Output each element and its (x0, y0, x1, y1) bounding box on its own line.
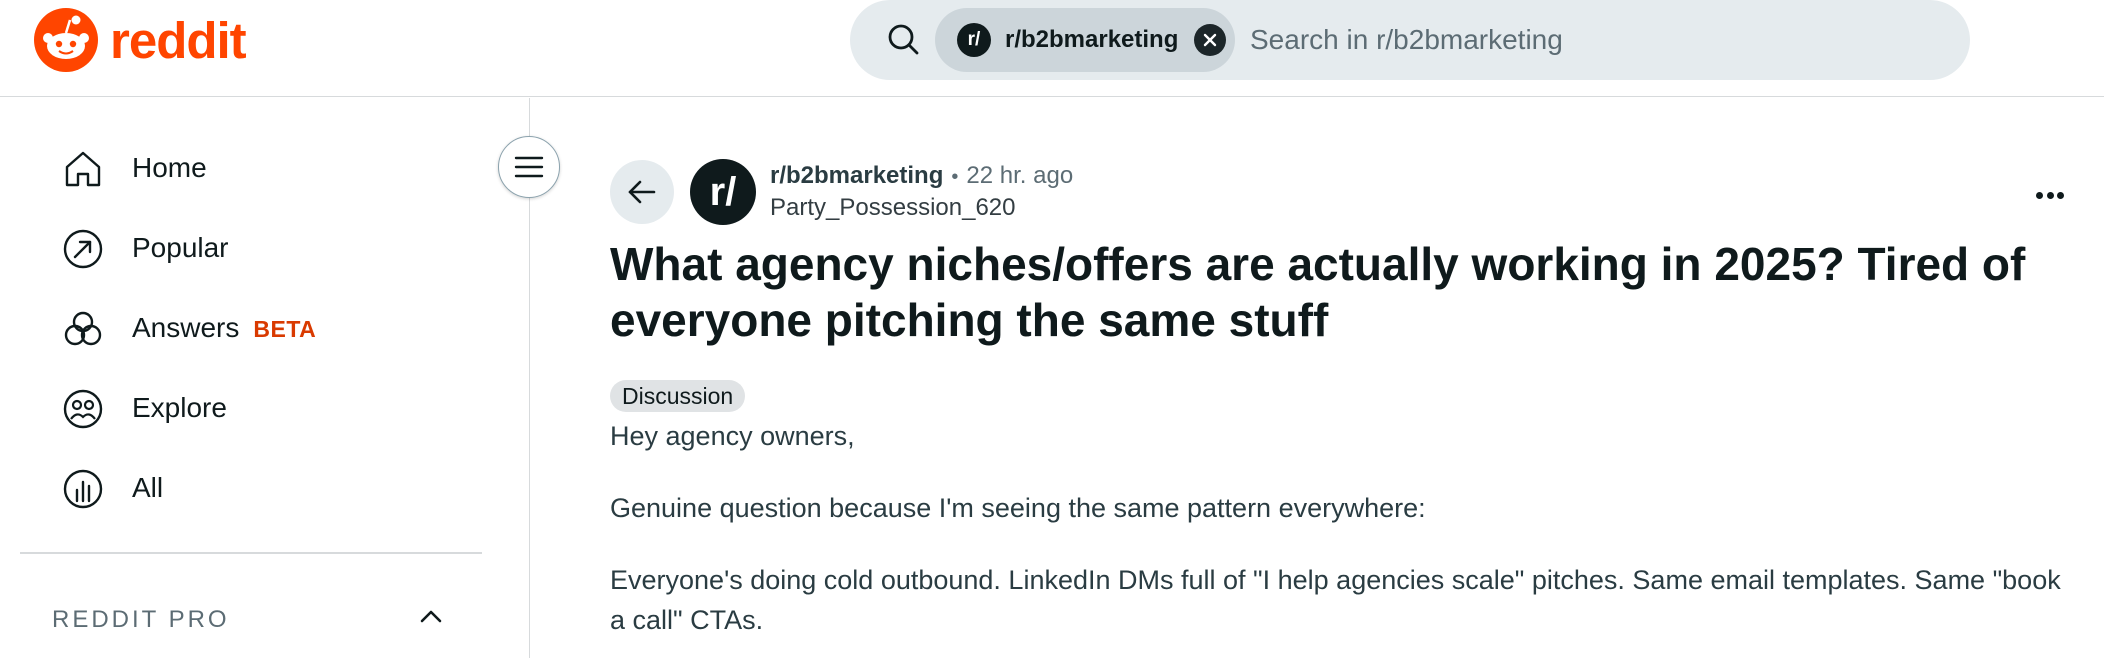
popular-arrow-icon (63, 229, 103, 269)
sidebar-item-all[interactable]: All (20, 454, 482, 522)
post-flair[interactable]: Discussion (610, 380, 746, 412)
reddit-logo[interactable]: reddit (34, 8, 247, 72)
post-body-paragraph: Everyone's doing cold outbound. LinkedIn… (610, 565, 2061, 635)
post-body-paragraph: Hey agency owners, (610, 421, 855, 451)
meta-separator: • (951, 166, 959, 188)
subreddit-link[interactable]: r/b2bmarketing (770, 162, 943, 190)
chevron-up-icon[interactable] (416, 602, 446, 632)
subreddit-chip-label: r/b2bmarketing (1005, 26, 1179, 53)
post-time: 22 hr. ago (966, 162, 1074, 189)
close-icon (1204, 33, 1217, 47)
ellipsis-dot-icon (2046, 191, 2054, 199)
left-sidebar: Home Popular Answers BETA Explore All RE… (0, 98, 530, 658)
home-icon (65, 151, 101, 187)
search-icon (888, 24, 919, 55)
top-header: reddit r/ r/b2bmarketing (0, 0, 2104, 97)
section-title-reddit-pro[interactable]: REDDIT PRO (52, 606, 230, 634)
more-options-button[interactable] (2030, 180, 2070, 210)
sidebar-item-label: Explore (132, 392, 227, 423)
ellipsis-dot-icon (2036, 191, 2043, 199)
sidebar-item-label: All (132, 472, 164, 503)
reddit-wordmark: reddit (110, 11, 247, 69)
explore-icon (63, 389, 103, 429)
post-body-paragraph: Genuine question because I'm seeing the … (610, 493, 1426, 523)
collapse-sidebar-button[interactable] (498, 136, 560, 198)
search-bar[interactable]: r/ r/b2bmarketing (850, 0, 1970, 80)
sidebar-item-answers-label: Answers BETA (132, 312, 316, 344)
sidebar-item-label: Popular (132, 232, 229, 263)
search-input[interactable] (1250, 20, 1930, 60)
reddit-snoo-icon (34, 8, 98, 72)
post-author[interactable]: Party_Possession_620 (770, 194, 1015, 222)
sidebar-item-explore[interactable]: Explore (20, 374, 482, 442)
sidebar-item-answers[interactable]: Answers BETA (20, 294, 482, 362)
back-button[interactable] (610, 160, 674, 224)
subreddit-filter-chip: r/ r/b2bmarketing (935, 8, 1235, 72)
sidebar-item-label: Home (132, 152, 207, 183)
subreddit-avatar[interactable]: r/ (690, 159, 756, 225)
ellipsis-dot-icon (2057, 191, 2064, 199)
back-arrow-icon (628, 180, 656, 204)
subreddit-chip-avatar: r/ (957, 23, 991, 57)
beta-badge: BETA (253, 316, 317, 342)
all-chart-icon (63, 469, 103, 509)
answers-icon (64, 311, 102, 346)
post-title: What agency niches/offers are actually w… (610, 238, 2026, 346)
clear-chip-button[interactable] (1194, 24, 1227, 56)
hamburger-menu-icon (514, 156, 544, 178)
post-meta: r/b2bmarketing • 22 hr. ago (770, 162, 1073, 190)
sidebar-item-home[interactable]: Home (20, 134, 482, 202)
sidebar-item-label: Answers (132, 312, 240, 343)
sidebar-item-popular[interactable]: Popular (20, 214, 482, 282)
sidebar-divider (20, 552, 482, 554)
